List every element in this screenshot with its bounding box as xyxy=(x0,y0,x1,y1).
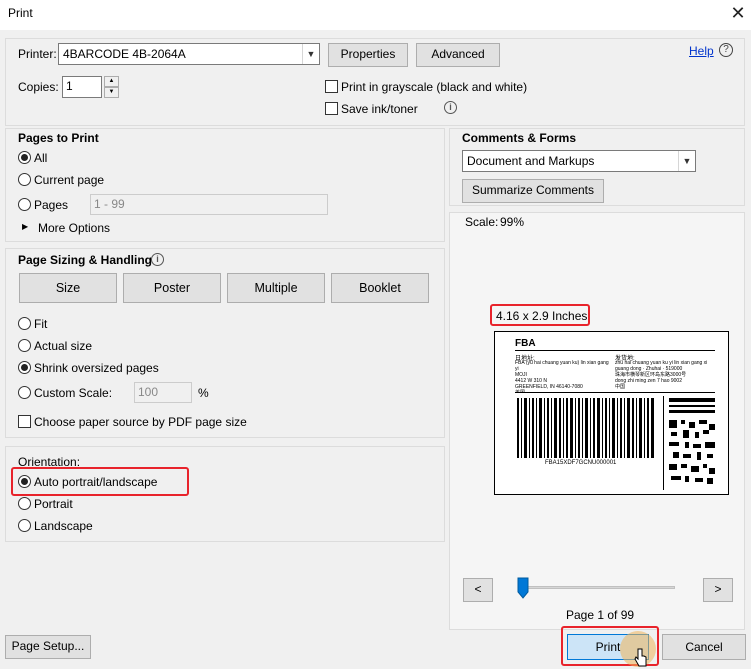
current-page-label: Current page xyxy=(34,173,105,187)
actual-size-radio[interactable] xyxy=(18,339,31,352)
page-sizing-title: Page Sizing & Handling xyxy=(18,253,153,267)
fit-label: Fit xyxy=(34,317,48,331)
tab-multiple[interactable]: Multiple xyxy=(227,273,325,303)
tab-booklet[interactable]: Booklet xyxy=(331,273,429,303)
page-slider-thumb[interactable] xyxy=(517,577,529,599)
advanced-button[interactable]: Advanced xyxy=(416,43,500,67)
dimensions-label: 4.16 x 2.9 Inches xyxy=(496,309,588,323)
summarize-comments-button[interactable]: Summarize Comments xyxy=(462,179,604,203)
label-divider xyxy=(515,350,715,351)
page-setup-button[interactable]: Page Setup... xyxy=(5,635,91,659)
chevron-down-icon: ▼ xyxy=(678,151,695,171)
portrait-radio[interactable] xyxy=(18,497,31,510)
comments-forms-title: Comments & Forms xyxy=(462,131,577,145)
actual-size-label: Actual size xyxy=(34,339,93,353)
barcode-text: FBA15XDF7GCNU000001 xyxy=(545,460,617,466)
printer-select-value: 4BARCODE 4B-2064A xyxy=(63,47,186,61)
page-preview: FBA 日地址: 发货地: FBA (yu hai chuang yuan ku… xyxy=(494,331,729,495)
grayscale-checkbox[interactable] xyxy=(325,80,338,93)
prev-page-button[interactable]: < xyxy=(463,578,493,602)
cursor-icon xyxy=(634,648,647,667)
all-radio[interactable] xyxy=(18,151,31,164)
page-indicator: Page 1 of 99 xyxy=(566,608,635,622)
custom-scale-input[interactable]: 100 xyxy=(134,382,192,403)
paper-source-checkbox[interactable] xyxy=(18,415,31,428)
page-slider-track[interactable] xyxy=(520,586,675,589)
comments-select-value: Document and Markups xyxy=(467,154,595,168)
save-ink-label: Save ink/toner xyxy=(341,102,418,116)
shrink-oversized-label: Shrink oversized pages xyxy=(34,361,159,375)
custom-scale-label: Custom Scale: xyxy=(34,386,113,400)
printer-label: Printer: xyxy=(18,47,57,61)
tab-size[interactable]: Size xyxy=(19,273,117,303)
landscape-label: Landscape xyxy=(34,519,93,533)
auto-orientation-label: Auto portrait/landscape xyxy=(34,475,158,489)
scale-label: Scale: xyxy=(465,215,499,229)
chevron-down-icon: ▼ xyxy=(302,44,319,64)
more-options-link[interactable]: More Options xyxy=(38,221,110,235)
info-icon[interactable]: i xyxy=(444,101,457,114)
portrait-label: Portrait xyxy=(34,497,73,511)
properties-button[interactable]: Properties xyxy=(328,43,408,67)
sizing-info-icon[interactable]: i xyxy=(151,253,164,266)
barcode-icon xyxy=(517,398,654,458)
scale-value: 99% xyxy=(500,215,525,229)
all-label: All xyxy=(34,151,48,165)
pages-range-input[interactable]: 1 - 99 xyxy=(90,194,328,215)
shipping-label: FBA 日地址: 发货地: FBA (yu hai chuang yuan ku… xyxy=(505,336,719,490)
pages-to-print-title: Pages to Print xyxy=(18,131,99,145)
title-bar xyxy=(0,0,751,30)
printer-select[interactable]: 4BARCODE 4B-2064A ▼ xyxy=(58,43,320,65)
tab-poster[interactable]: Poster xyxy=(123,273,221,303)
next-page-button[interactable]: > xyxy=(703,578,733,602)
pages-radio[interactable] xyxy=(18,198,31,211)
comments-select[interactable]: Document and Markups ▼ xyxy=(462,150,696,172)
copies-up-icon[interactable]: ▲ xyxy=(104,76,119,87)
fit-radio[interactable] xyxy=(18,317,31,330)
window-title: Print xyxy=(8,6,33,20)
close-icon[interactable]: ✕ xyxy=(728,2,748,24)
qr-code-icon xyxy=(669,398,715,484)
pages-label: Pages xyxy=(34,198,69,212)
help-icon[interactable]: ? xyxy=(719,43,733,57)
custom-scale-radio[interactable] xyxy=(18,386,31,399)
copies-label: Copies: xyxy=(18,80,59,94)
label-divider-3 xyxy=(663,396,664,490)
fba-text: FBA xyxy=(515,338,536,349)
help-link[interactable]: Help xyxy=(689,44,714,58)
save-ink-checkbox[interactable] xyxy=(325,102,338,115)
percent-label: % xyxy=(198,386,209,400)
landscape-radio[interactable] xyxy=(18,519,31,532)
grayscale-label: Print in grayscale (black and white) xyxy=(341,80,528,94)
expand-triangle-icon[interactable]: ▶ xyxy=(22,222,28,231)
address-left: FBA (yu hai chuang yuan ku) lin xian gan… xyxy=(515,360,609,392)
paper-source-label: Choose paper source by PDF page size xyxy=(34,415,247,429)
cancel-button[interactable]: Cancel xyxy=(662,634,746,660)
auto-orientation-radio[interactable] xyxy=(18,475,31,488)
copies-down-icon[interactable]: ▼ xyxy=(104,87,119,98)
current-page-radio[interactable] xyxy=(18,173,31,186)
copies-input[interactable]: 1 xyxy=(62,76,102,98)
address-right: zhu hai chuang yuan ku yi lin xian gang … xyxy=(615,360,708,390)
shrink-oversized-radio[interactable] xyxy=(18,361,31,374)
label-divider-2 xyxy=(515,392,715,393)
